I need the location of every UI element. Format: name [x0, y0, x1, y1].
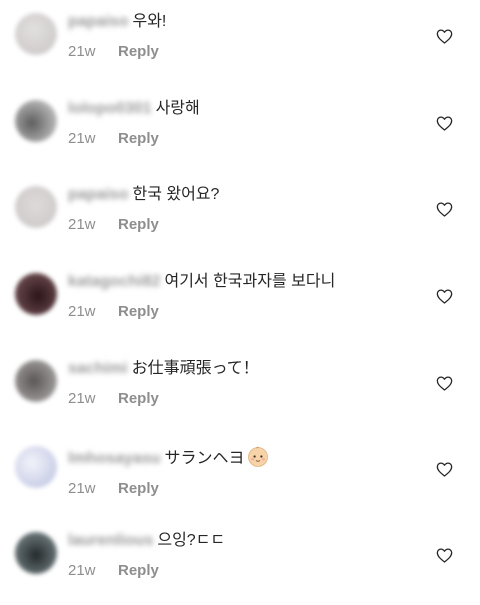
comment-text: 으잉?ㄷㄷ	[157, 532, 226, 549]
comment-meta: 21w Reply	[68, 130, 420, 148]
comment-line: katagochi82 여기서 한국과자를 보다니	[68, 272, 420, 292]
comment-meta: 21w Reply	[68, 216, 420, 234]
reply-button[interactable]: Reply	[118, 216, 159, 233]
username[interactable]: papaiso	[68, 13, 128, 30]
avatar[interactable]	[15, 360, 57, 402]
comment-text: 한국 왔어요?	[132, 186, 220, 203]
comment-body: lmhosayasu サランヘヨ 21w Reply	[68, 445, 420, 498]
username[interactable]: papaiso	[68, 186, 128, 203]
baby-face-emoji	[247, 446, 268, 467]
reply-button[interactable]: Reply	[118, 303, 159, 320]
comment-line: papaiso 한국 왔어요?	[68, 185, 420, 205]
heart-outline-icon[interactable]	[436, 29, 453, 44]
username[interactable]: lolopo0301	[68, 100, 152, 117]
reply-button[interactable]: Reply	[118, 562, 159, 579]
heart-outline-icon[interactable]	[436, 202, 453, 217]
comment-item: papaiso 우와! 21w Reply	[0, 0, 480, 86]
timestamp: 21w	[68, 216, 96, 233]
comment-line: sachimi お仕事頑張って！	[68, 359, 420, 379]
timestamp: 21w	[68, 562, 96, 579]
comment-body: papaiso 우와! 21w Reply	[68, 12, 420, 61]
username[interactable]: laurenlious	[68, 532, 153, 549]
username[interactable]: katagochi82	[68, 273, 160, 290]
comment-body: laurenlious 으잉?ㄷㄷ 21w Reply	[68, 531, 420, 580]
comment-text: サランヘヨ	[164, 450, 245, 467]
timestamp: 21w	[68, 303, 96, 320]
comment-meta: 21w Reply	[68, 390, 420, 408]
avatar[interactable]	[15, 273, 57, 315]
comment-body: sachimi お仕事頑張って！ 21w Reply	[68, 359, 420, 408]
comment-item: katagochi82 여기서 한국과자를 보다니 21w Reply	[0, 260, 480, 346]
comment-item: lmhosayasu サランヘヨ 21w Reply	[0, 433, 480, 519]
heart-outline-icon[interactable]	[436, 462, 453, 477]
reply-button[interactable]: Reply	[118, 480, 159, 497]
avatar[interactable]	[15, 100, 57, 142]
timestamp: 21w	[68, 390, 96, 407]
comment-text: 우와!	[132, 13, 167, 30]
avatar[interactable]	[15, 186, 57, 228]
heart-outline-icon[interactable]	[436, 116, 453, 131]
comment-text: 여기서 한국과자를 보다니	[164, 273, 336, 290]
timestamp: 21w	[68, 130, 96, 147]
heart-outline-icon[interactable]	[436, 548, 453, 563]
comment-line: papaiso 우와!	[68, 12, 420, 32]
heart-outline-icon[interactable]	[436, 376, 453, 391]
comment-body: lolopo0301 사랑해 21w Reply	[68, 99, 420, 148]
comment-item: laurenlious 으잉?ㄷㄷ 21w Reply	[0, 519, 480, 605]
comment-meta: 21w Reply	[68, 562, 420, 580]
comment-body: katagochi82 여기서 한국과자를 보다니 21w Reply	[68, 272, 420, 321]
reply-button[interactable]: Reply	[118, 390, 159, 407]
comment-line: lmhosayasu サランヘヨ	[68, 445, 420, 469]
comment-item: sachimi お仕事頑張って！ 21w Reply	[0, 347, 480, 433]
avatar[interactable]	[15, 446, 57, 488]
reply-button[interactable]: Reply	[118, 130, 159, 147]
comment-item: papaiso 한국 왔어요? 21w Reply	[0, 173, 480, 259]
timestamp: 21w	[68, 480, 96, 497]
username[interactable]: lmhosayasu	[68, 450, 160, 467]
timestamp: 21w	[68, 43, 96, 60]
comment-line: laurenlious 으잉?ㄷㄷ	[68, 531, 420, 551]
comment-item: lolopo0301 사랑해 21w Reply	[0, 87, 480, 173]
comment-meta: 21w Reply	[68, 303, 420, 321]
heart-outline-icon[interactable]	[436, 289, 453, 304]
username[interactable]: sachimi	[68, 360, 128, 377]
comment-text: お仕事頑張って！	[131, 360, 259, 377]
reply-button[interactable]: Reply	[118, 43, 159, 60]
comment-body: papaiso 한국 왔어요? 21w Reply	[68, 185, 420, 234]
avatar[interactable]	[15, 13, 57, 55]
comment-text: 사랑해	[155, 100, 200, 117]
avatar[interactable]	[15, 532, 57, 574]
comment-meta: 21w Reply	[68, 43, 420, 61]
comment-list: papaiso 우와! 21w Reply lolopo0301 사랑해 21w Rep…	[0, 0, 480, 590]
comment-line: lolopo0301 사랑해	[68, 99, 420, 119]
comment-meta: 21w Reply	[68, 480, 420, 498]
